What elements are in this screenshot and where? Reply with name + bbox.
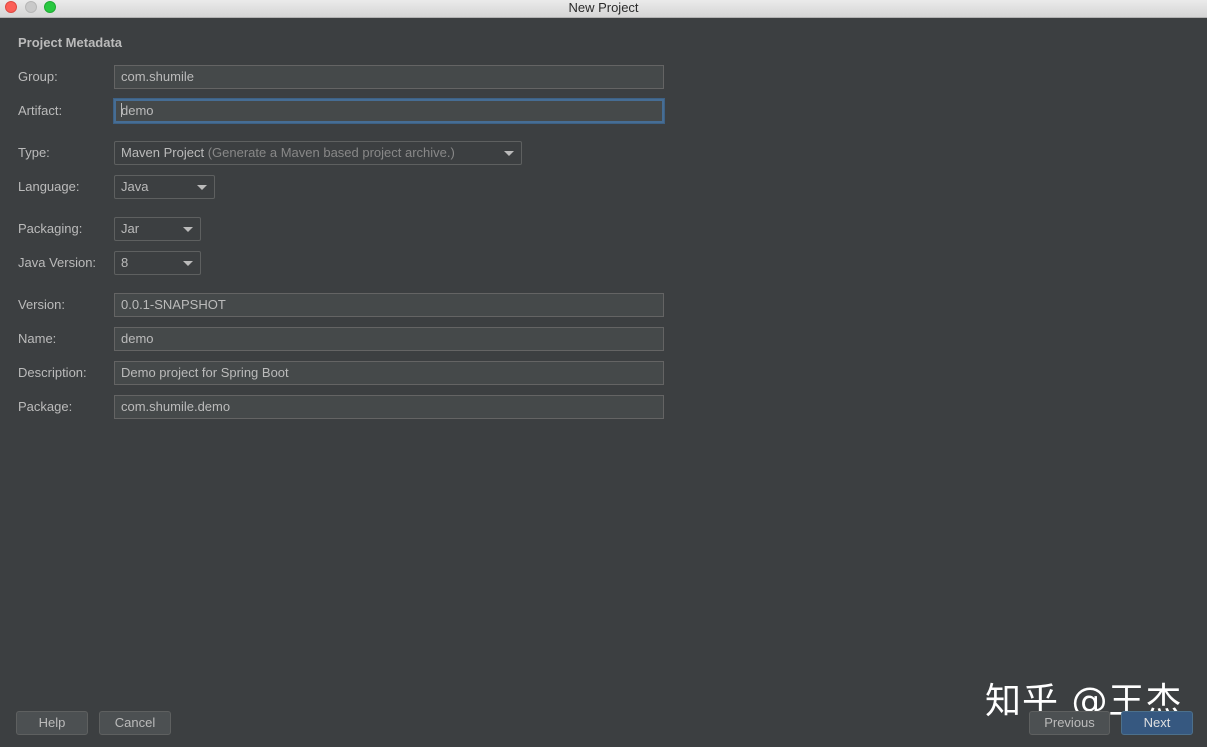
java-version-value: 8 [121,255,129,270]
language-label: Language: [18,179,80,194]
next-button[interactable]: Next [1121,711,1193,735]
packaging-dropdown[interactable]: Jar [114,217,201,241]
title-bar: New Project [0,0,1207,18]
name-label: Name: [18,331,57,346]
group-label: Group: [18,69,58,84]
language-value: Java [121,179,149,194]
previous-button[interactable]: Previous [1029,711,1110,735]
packaging-label: Packaging: [18,221,83,236]
cancel-button[interactable]: Cancel [99,711,171,735]
help-button[interactable]: Help [16,711,88,735]
type-label: Type: [18,145,50,160]
type-hint: (Generate a Maven based project archive.… [207,145,455,160]
language-dropdown[interactable]: Java [114,175,215,199]
dropdown-arrow-icon [504,151,514,156]
java-version-label: Java Version: [18,255,97,270]
package-field[interactable]: com.shumile.demo [114,395,664,419]
package-label: Package: [18,399,73,414]
description-field[interactable]: Demo project for Spring Boot [114,361,664,385]
artifact-field[interactable]: demo [114,99,664,123]
java-version-dropdown[interactable]: 8 [114,251,201,275]
type-value: Maven Project [121,145,205,160]
version-field[interactable]: 0.0.1-SNAPSHOT [114,293,664,317]
window-title: New Project [568,0,639,15]
description-label: Description: [18,365,87,380]
packaging-value: Jar [121,221,140,236]
type-dropdown[interactable]: Maven Project (Generate a Maven based pr… [114,141,522,165]
group-field[interactable]: com.shumile [114,65,664,89]
dropdown-arrow-icon [183,261,193,266]
version-label: Version: [18,297,65,312]
dropdown-arrow-icon [197,185,207,190]
name-field[interactable]: demo [114,327,664,351]
artifact-label: Artifact: [18,103,63,118]
dropdown-arrow-icon [183,227,193,232]
section-title: Project Metadata [18,35,123,50]
artifact-value: demo [121,103,154,118]
